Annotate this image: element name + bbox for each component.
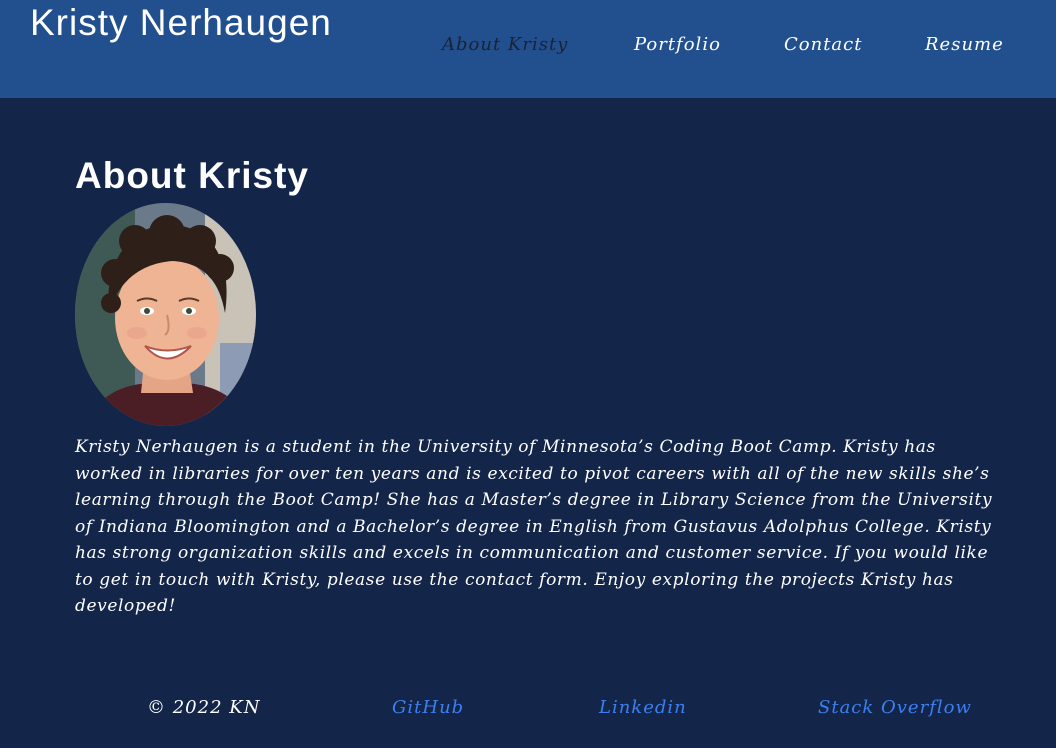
nav-portfolio-link[interactable]: Portfolio: [634, 34, 721, 55]
site-footer: © 2022 KN GitHub Linkedin Stack Overflow: [0, 697, 1056, 727]
about-heading: About Kristy: [75, 155, 309, 196]
nav-resume-link[interactable]: Resume: [925, 34, 1004, 55]
nav-contact-link[interactable]: Contact: [784, 34, 862, 55]
github-link[interactable]: GitHub: [392, 697, 464, 718]
bio-paragraph: Kristy Nerhaugen is a student in the Uni…: [75, 437, 993, 616]
linkedin-link[interactable]: Linkedin: [599, 697, 687, 718]
profile-photo: [75, 203, 256, 426]
main-nav: About Kristy Portfolio Contact Resume: [0, 34, 1056, 62]
page: Kristy Nerhaugen About Kristy Portfolio …: [0, 0, 1056, 748]
copyright-text: © 2022 KN: [147, 697, 261, 718]
nav-about-link[interactable]: About Kristy: [442, 34, 568, 55]
stack-overflow-link[interactable]: Stack Overflow: [818, 697, 972, 718]
site-header: Kristy Nerhaugen About Kristy Portfolio …: [0, 0, 1056, 98]
